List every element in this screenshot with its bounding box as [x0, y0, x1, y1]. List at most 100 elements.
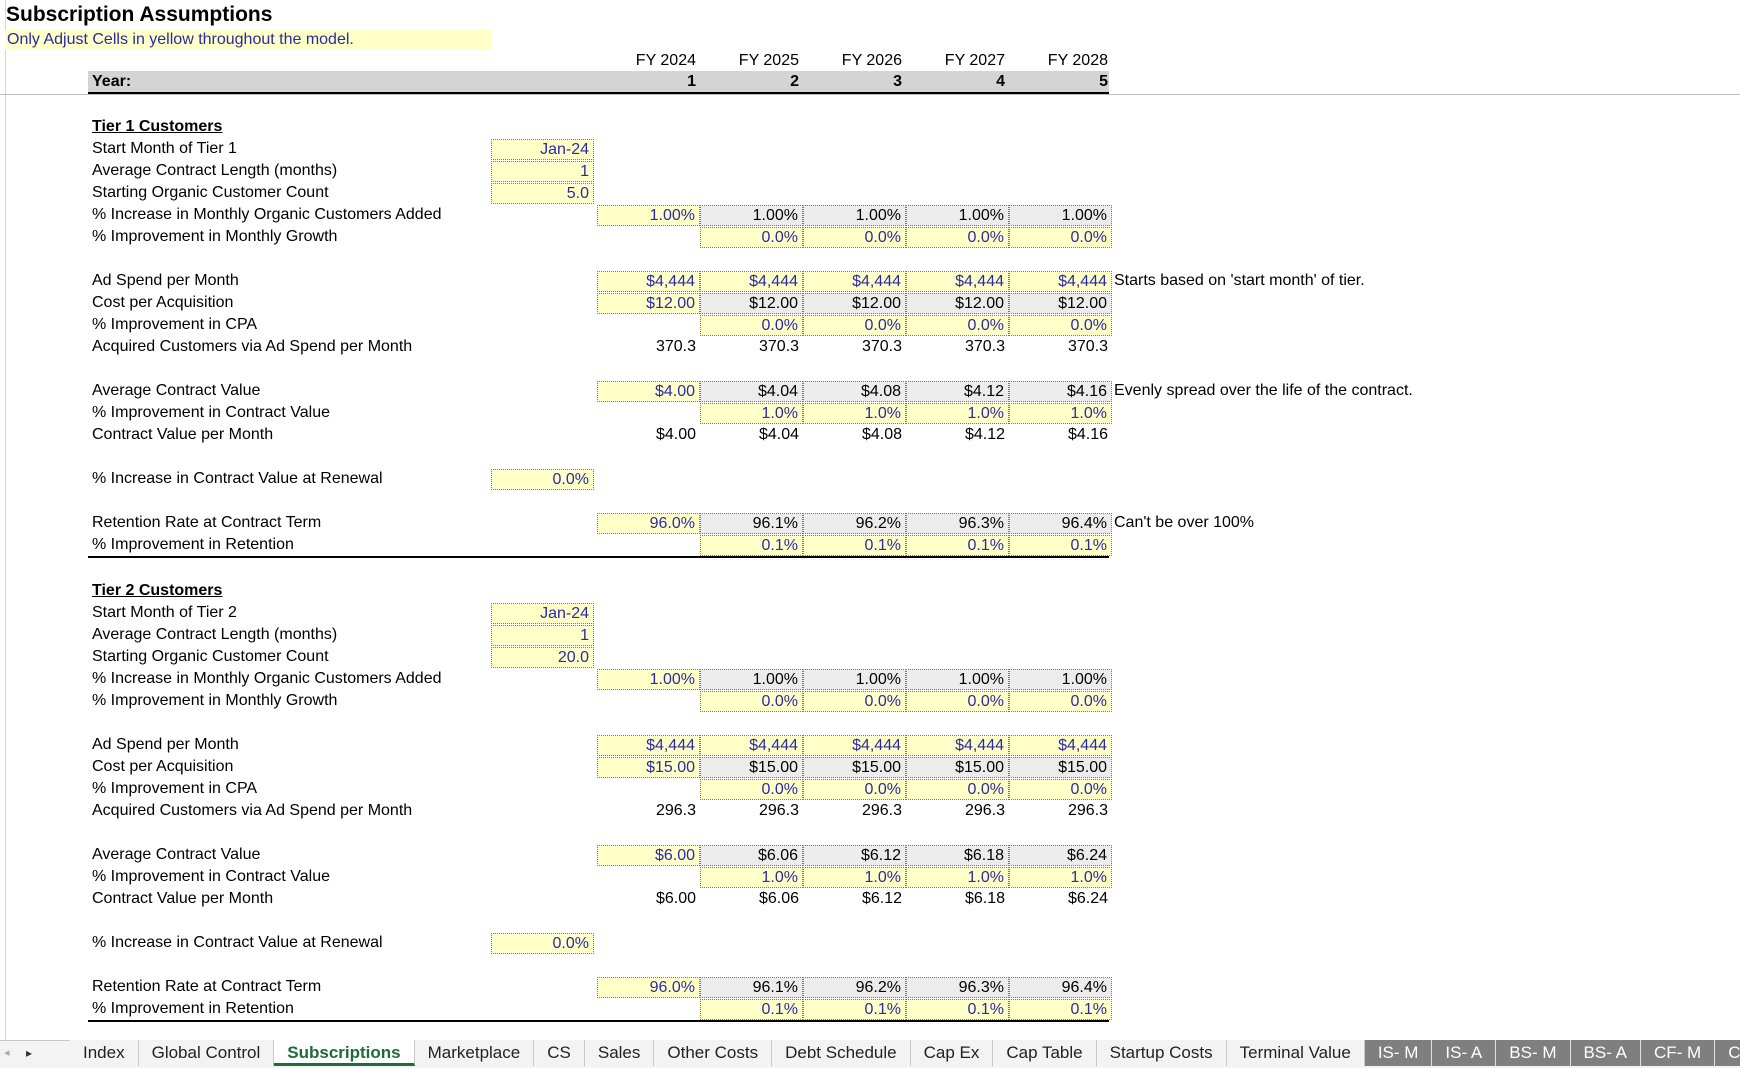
ad-spend-cell[interactable]: $4,444 [906, 735, 1009, 756]
cpa-improve-cell[interactable]: 0.0% [700, 779, 803, 800]
monthly-growth-cell[interactable]: 0.0% [1009, 227, 1112, 248]
sheet-tab[interactable]: IS- M [1364, 1040, 1433, 1066]
retention-improve-cell[interactable]: 0.1% [1009, 535, 1112, 556]
retention-cell[interactable]: 96.0% [597, 977, 700, 998]
sheet-tab[interactable]: Index [70, 1040, 139, 1066]
monthly-growth-cell[interactable]: 0.0% [906, 691, 1009, 712]
sheet-tab[interactable]: CF- M [1640, 1040, 1716, 1066]
acv-cell[interactable]: $6.18 [906, 845, 1009, 866]
cpa-improve-cell[interactable]: 0.0% [1009, 315, 1112, 336]
acv-cell[interactable]: $4.04 [700, 381, 803, 402]
ad-spend-cell[interactable]: $4,444 [803, 735, 906, 756]
acv-improve-cell[interactable]: 1.0% [906, 867, 1009, 888]
monthly-growth-cell[interactable]: 0.0% [1009, 691, 1112, 712]
retention-cell[interactable]: 96.3% [906, 977, 1009, 998]
sheet-tab[interactable]: Debt Schedule [772, 1040, 911, 1066]
scroll-tabs-right-icon[interactable]: ▸ [26, 1046, 32, 1060]
organic-increase-cell[interactable]: 1.00% [1009, 205, 1112, 226]
acv-cell[interactable]: $4.08 [803, 381, 906, 402]
cpa-improve-cell[interactable]: 0.0% [906, 779, 1009, 800]
acv-cell[interactable]: $6.06 [700, 845, 803, 866]
retention-improve-cell[interactable]: 0.1% [906, 999, 1009, 1020]
sheet-tab[interactable]: Sales [584, 1040, 655, 1066]
retention-cell[interactable]: 96.4% [1009, 977, 1112, 998]
starting-count-input[interactable]: 5.0 [491, 183, 594, 204]
organic-increase-cell[interactable]: 1.00% [803, 205, 906, 226]
acv-cell[interactable]: $4.00 [597, 381, 700, 402]
retention-improve-cell[interactable]: 0.1% [1009, 999, 1112, 1020]
sheet-tab[interactable]: Cap Ex [910, 1040, 994, 1066]
acv-cell[interactable]: $6.00 [597, 845, 700, 866]
retention-cell[interactable]: 96.2% [803, 977, 906, 998]
cpa-cell[interactable]: $12.00 [597, 293, 700, 314]
retention-improve-cell[interactable]: 0.1% [803, 535, 906, 556]
sheet-tab[interactable]: Other Costs [654, 1040, 773, 1066]
organic-increase-cell[interactable]: 1.00% [906, 205, 1009, 226]
start-month-input[interactable]: Jan-24 [491, 603, 594, 624]
cpa-cell[interactable]: $15.00 [597, 757, 700, 778]
sheet-tab[interactable]: Marketplace [414, 1040, 535, 1066]
contract-length-input[interactable]: 1 [491, 625, 594, 646]
sheet-tab[interactable]: Global Control [138, 1040, 275, 1066]
acv-improve-cell[interactable]: 1.0% [1009, 867, 1112, 888]
monthly-growth-cell[interactable]: 0.0% [906, 227, 1009, 248]
retention-improve-cell[interactable]: 0.1% [700, 999, 803, 1020]
renewal-input[interactable]: 0.0% [491, 933, 594, 954]
acv-cell[interactable]: $4.12 [906, 381, 1009, 402]
monthly-growth-cell[interactable]: 0.0% [700, 691, 803, 712]
acv-cell[interactable]: $4.16 [1009, 381, 1112, 402]
acv-cell[interactable]: $6.12 [803, 845, 906, 866]
organic-increase-cell[interactable]: 1.00% [700, 669, 803, 690]
cpa-cell[interactable]: $15.00 [700, 757, 803, 778]
organic-increase-cell[interactable]: 1.00% [597, 669, 700, 690]
sheet-tab[interactable]: Subscriptions [274, 1040, 415, 1066]
ad-spend-cell[interactable]: $4,444 [1009, 271, 1112, 292]
renewal-input[interactable]: 0.0% [491, 469, 594, 490]
retention-cell[interactable]: 96.1% [700, 977, 803, 998]
ad-spend-cell[interactable]: $4,444 [597, 271, 700, 292]
cpa-improve-cell[interactable]: 0.0% [1009, 779, 1112, 800]
monthly-growth-cell[interactable]: 0.0% [803, 227, 906, 248]
organic-increase-cell[interactable]: 1.00% [597, 205, 700, 226]
cpa-improve-cell[interactable]: 0.0% [803, 779, 906, 800]
ad-spend-cell[interactable]: $4,444 [803, 271, 906, 292]
start-month-input[interactable]: Jan-24 [491, 139, 594, 160]
cpa-cell[interactable]: $12.00 [1009, 293, 1112, 314]
acv-improve-cell[interactable]: 1.0% [1009, 403, 1112, 424]
retention-cell[interactable]: 96.1% [700, 513, 803, 534]
sheet-tab[interactable]: CS [534, 1040, 585, 1066]
retention-cell[interactable]: 96.2% [803, 513, 906, 534]
retention-improve-cell[interactable]: 0.1% [803, 999, 906, 1020]
cpa-improve-cell[interactable]: 0.0% [906, 315, 1009, 336]
acv-improve-cell[interactable]: 1.0% [803, 867, 906, 888]
acv-improve-cell[interactable]: 1.0% [906, 403, 1009, 424]
cpa-cell[interactable]: $12.00 [906, 293, 1009, 314]
monthly-growth-cell[interactable]: 0.0% [803, 691, 906, 712]
ad-spend-cell[interactable]: $4,444 [700, 735, 803, 756]
organic-increase-cell[interactable]: 1.00% [803, 669, 906, 690]
ad-spend-cell[interactable]: $4,444 [1009, 735, 1112, 756]
organic-increase-cell[interactable]: 1.00% [906, 669, 1009, 690]
cpa-cell[interactable]: $12.00 [803, 293, 906, 314]
sheet-tab[interactable]: Terminal Value [1226, 1040, 1365, 1066]
sheet-tab[interactable]: Startup Costs [1096, 1040, 1227, 1066]
sheet-tab[interactable]: BS- A [1570, 1040, 1641, 1066]
acv-improve-cell[interactable]: 1.0% [700, 867, 803, 888]
retention-cell[interactable]: 96.4% [1009, 513, 1112, 534]
ad-spend-cell[interactable]: $4,444 [700, 271, 803, 292]
contract-length-input[interactable]: 1 [491, 161, 594, 182]
cpa-cell[interactable]: $15.00 [803, 757, 906, 778]
ad-spend-cell[interactable]: $4,444 [597, 735, 700, 756]
cpa-improve-cell[interactable]: 0.0% [803, 315, 906, 336]
retention-cell[interactable]: 96.3% [906, 513, 1009, 534]
sheet-tab[interactable]: IS- A [1432, 1040, 1497, 1066]
sheet-tab[interactable]: BS- M [1496, 1040, 1571, 1066]
retention-improve-cell[interactable]: 0.1% [700, 535, 803, 556]
starting-count-input[interactable]: 20.0 [491, 647, 594, 668]
retention-cell[interactable]: 96.0% [597, 513, 700, 534]
sheet-tab[interactable]: CF [1715, 1040, 1740, 1066]
retention-improve-cell[interactable]: 0.1% [906, 535, 1009, 556]
acv-cell[interactable]: $6.24 [1009, 845, 1112, 866]
cpa-cell[interactable]: $15.00 [1009, 757, 1112, 778]
cpa-improve-cell[interactable]: 0.0% [700, 315, 803, 336]
